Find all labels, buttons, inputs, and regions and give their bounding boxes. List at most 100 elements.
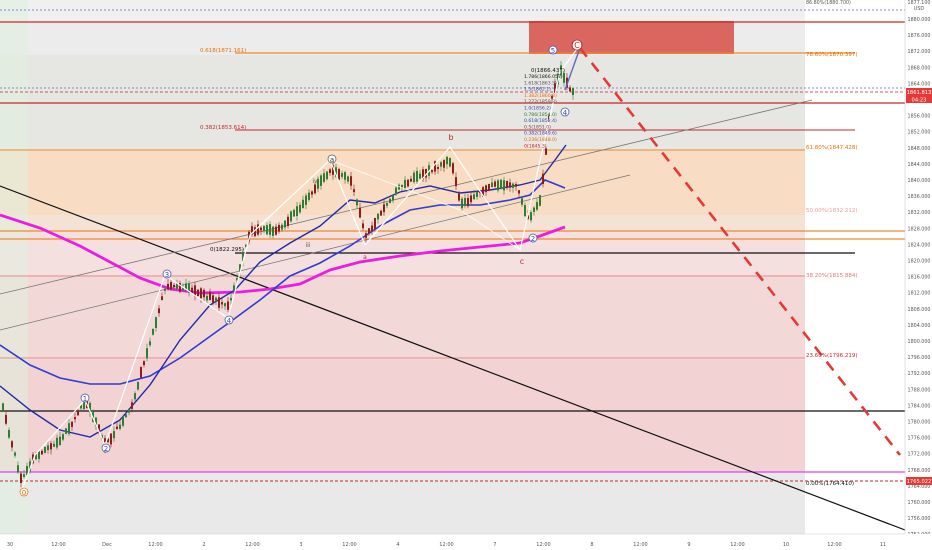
- candle-body: [443, 160, 445, 168]
- candle-body: [23, 474, 25, 477]
- candle-body: [377, 213, 379, 220]
- candle-body: [50, 443, 52, 450]
- candle-body: [227, 301, 229, 310]
- candle-body: [440, 162, 442, 167]
- candle-body: [110, 433, 112, 445]
- candle-body: [275, 226, 277, 235]
- candle-body: [533, 207, 535, 212]
- time-axis[interactable]: [0, 534, 932, 550]
- candle-body: [269, 224, 271, 235]
- wave-label-4b: 4: [563, 109, 568, 117]
- wave-label-a: a: [330, 156, 334, 164]
- price-tick-label: 1780.000: [908, 420, 931, 426]
- price-tick-label: 1844.000: [908, 162, 931, 168]
- candle-body: [524, 205, 526, 217]
- price-tick-label: 1768.000: [908, 468, 931, 474]
- time-tick-label: Dec: [102, 542, 112, 548]
- fib-label-236: 23.60%(1796.219): [806, 353, 858, 359]
- candle-body: [68, 423, 70, 434]
- price-tick-label: 1784.000: [908, 403, 931, 409]
- candle-body: [509, 182, 511, 188]
- fib-ladder-label: 0.236(1848.0): [524, 137, 557, 143]
- candle-body: [59, 436, 61, 446]
- candle-body: [272, 226, 274, 236]
- candle-body: [146, 348, 148, 359]
- wave-label-2: 2: [104, 445, 108, 453]
- candle-body: [491, 182, 493, 188]
- candle-body: [308, 192, 310, 200]
- wave-label-c: c: [520, 257, 524, 266]
- candle-body: [506, 181, 508, 187]
- candle-body: [233, 285, 235, 291]
- candle-body: [542, 173, 544, 184]
- price-tick-label: 1776.000: [908, 436, 931, 442]
- candle-body: [137, 381, 139, 390]
- candle-body: [326, 171, 328, 180]
- candle-body: [539, 195, 541, 206]
- currency-label: USD: [914, 6, 925, 12]
- low-level-text: 1765.022: [907, 479, 932, 485]
- time-tick-label: 12:00: [730, 542, 744, 548]
- price-tick-label: 1824.000: [908, 242, 931, 248]
- time-tick-label: 12:00: [536, 542, 550, 548]
- candle-body: [257, 224, 259, 235]
- price-tick-label: 1772.000: [908, 452, 931, 458]
- candle-body: [488, 184, 490, 191]
- candle-body: [512, 183, 514, 188]
- candle-body: [260, 227, 262, 231]
- candle-body: [374, 218, 376, 229]
- price-chart[interactable]: (C) a b c a 1 2 3 4 5 0 4 2 iii iv 0.618…: [0, 0, 932, 550]
- price-tick-label: 1796.000: [908, 355, 931, 361]
- top-right-badge: 1877.100: [908, 0, 931, 6]
- time-tick-label: 9: [687, 542, 690, 548]
- candle-body: [452, 163, 454, 174]
- candle-body: [302, 199, 304, 208]
- candle-body: [467, 198, 469, 207]
- price-tick-label: 1864.000: [908, 81, 931, 87]
- wave-label-5: 5: [551, 47, 555, 55]
- fib-label-382: 38.20%(1815.884): [806, 273, 858, 279]
- candle-body: [14, 452, 16, 456]
- fib-ladder-label: 0.5(1851.0): [524, 124, 551, 130]
- candle-body: [386, 202, 388, 206]
- fib-ladder-label: 0.786(1854.0): [524, 112, 557, 118]
- candle-body: [203, 289, 205, 298]
- candle-body: [365, 233, 367, 238]
- target-zone-box[interactable]: [529, 21, 734, 54]
- candle-body: [278, 224, 280, 232]
- time-tick-label: 4: [396, 542, 399, 548]
- price-tick-label: 1856.000: [908, 114, 931, 120]
- fib-ladder-label: 1.786(1866.057): [524, 74, 563, 80]
- candle-body: [224, 303, 226, 307]
- candle-body: [311, 191, 313, 195]
- time-tick-label: 12:00: [342, 542, 356, 548]
- candle-body: [155, 317, 157, 328]
- fib-label-50: 50.00%(1832.212): [806, 208, 858, 214]
- wave-label-0: 0: [22, 489, 26, 497]
- candle-body: [431, 170, 433, 173]
- candle-body: [284, 220, 286, 228]
- time-tick-label: 11: [880, 542, 886, 548]
- candle-body: [17, 465, 19, 473]
- candle-body: [494, 181, 496, 187]
- candle-body: [212, 295, 214, 303]
- candle-body: [2, 403, 4, 412]
- candle-body: [44, 446, 46, 453]
- candle-body: [356, 199, 358, 206]
- candle-body: [299, 204, 301, 213]
- chart-window[interactable]: (C) a b c a 1 2 3 4 5 0 4 2 iii iv 0.618…: [0, 0, 932, 550]
- price-tick-label: 1816.000: [908, 275, 931, 281]
- top-fib-label: 86.80%(1880.700): [806, 0, 851, 6]
- fib-label-618: 61.80%(1847.428): [806, 145, 858, 151]
- wave-label-3: 3: [165, 271, 169, 279]
- candle-body: [395, 187, 397, 195]
- candle-body: [461, 198, 463, 209]
- price-tick-label: 1792.000: [908, 371, 931, 377]
- candle-body: [473, 194, 475, 200]
- candle-body: [380, 210, 382, 216]
- candle-body: [131, 402, 133, 409]
- candle-body: [485, 185, 487, 193]
- candle-body: [371, 225, 373, 231]
- price-tick-label: 1820.000: [908, 259, 931, 265]
- candle-body: [113, 431, 115, 439]
